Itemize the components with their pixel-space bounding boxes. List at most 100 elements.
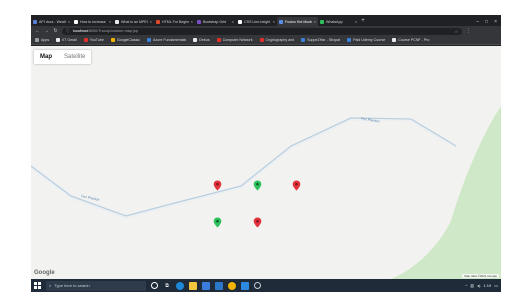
maximize-icon[interactable]: □ [485,19,488,25]
google-logo: Google [34,270,55,276]
browser-toolbar: ← → ↻ ⓘ localhost/8000/Trocup/custom-map… [31,26,501,36]
tab-title: Bootstrap Grid [203,19,227,24]
map-background [31,106,501,279]
edge-icon[interactable] [176,281,184,290]
mail-icon[interactable] [215,281,223,290]
bookmark-item[interactable]: Course PCNF - Pro [392,38,429,42]
browser-tab[interactable]: API docs - Weath × [31,17,72,26]
bookmark-icon [193,38,198,42]
network-icon[interactable]: ▥ [470,283,474,288]
bookmark-label: YouTube [89,38,104,42]
taskbar-search-box[interactable]: ⌕ Type here to search [46,280,146,291]
browser-tab[interactable]: How to increase × [72,17,113,26]
windows-taskbar: ⌕ Type here to search ⧉ ^ ▥ ◂) 1:19 ▭ [31,279,501,292]
bookmark-label: Course PCNF - Pro [398,38,430,42]
close-tab-icon[interactable]: × [355,19,357,24]
chrome-icon[interactable] [228,281,236,290]
bookmark-icon [147,38,152,42]
favicon-icon [156,19,160,24]
new-tab-button[interactable]: + [359,17,367,26]
close-tab-icon[interactable]: × [273,19,275,24]
cortana-icon[interactable] [151,282,158,289]
map-type-control: Map Satellite [34,50,92,64]
tab-title: What is an MPEG [121,19,148,24]
close-tab-icon[interactable]: × [150,19,152,24]
back-arrow-icon[interactable]: ← [35,28,40,34]
green-area [391,106,501,279]
bookmark-item[interactable]: GoogleClassic [110,38,141,42]
bookmark-icon [259,38,264,42]
browser-tab[interactable]: HTML For Beginn × [154,17,195,26]
close-tab-icon[interactable]: × [109,19,111,24]
app-icon[interactable] [254,282,261,289]
file-explorer-icon[interactable] [189,281,197,290]
tab-title: API docs - Weath [39,19,66,24]
close-window-icon[interactable]: × [494,19,497,25]
tab-strip: API docs - Weath × How to increase × What … [31,15,501,26]
bookmark-label: GoogleClassic [116,38,141,42]
vscode-icon[interactable] [241,281,249,290]
bookmark-icon [347,38,352,42]
bookmark-item[interactable]: Azure Fundamentals [147,38,186,42]
bookmark-label: Computer Network [222,38,253,42]
map-marker-icon[interactable] [253,180,262,191]
browser-tab[interactable]: CSS Line-height × [236,17,277,26]
bookmark-label: SuppeZHar - Shopat [307,38,341,42]
map-type-map-button[interactable]: Map [34,50,58,64]
bookmark-icon [56,38,61,42]
map-marker-icon[interactable] [253,217,262,228]
system-tray: ^ ▥ ◂) 1:19 ▭ [465,283,498,288]
favicon-icon [320,19,324,24]
search-icon: ⌕ [49,283,52,288]
url-host: localhost [72,29,88,33]
forward-arrow-icon[interactable]: → [44,28,49,34]
clock[interactable]: 1:19 [483,283,491,288]
bookmark-label: Debus [199,38,210,42]
favicon-icon [197,19,201,24]
map-marker-icon[interactable] [213,217,222,228]
tab-title: CSS Line-height [244,19,271,24]
site-info-icon[interactable]: ⓘ [66,29,70,34]
close-tab-icon[interactable]: × [232,19,234,24]
map-type-satellite-button[interactable]: Satellite [58,50,91,64]
road-line [31,117,457,217]
browser-tab[interactable]: What is an MPEG × [113,17,154,26]
map-marker-icon[interactable] [213,180,222,191]
bookmark-label: IIT Gmail [62,38,77,42]
browser-tab[interactable]: WhatsApp × [318,17,359,26]
bookmark-star-icon[interactable]: ☆ [455,29,458,34]
bookmark-item[interactable]: Apps [35,38,49,42]
tab-title: How to increase [80,19,106,24]
bookmark-item[interactable]: YouTube [83,38,104,42]
favicon-icon [74,19,78,24]
windows-start-icon[interactable] [34,282,41,289]
bookmark-item[interactable]: Cryptography and [259,38,294,42]
bookmark-item[interactable]: IIT Gmail [56,38,77,42]
url-path: /8000/Trocup/custom-map.jsp [87,29,138,33]
browser-tab-active[interactable]: Fusion Hot Moots × [277,17,318,26]
volume-icon[interactable]: ◂) [477,283,480,288]
bookmark-item[interactable]: SuppeZHar - Shopat [301,38,340,42]
bookmark-label: Apps [41,38,50,42]
notifications-icon[interactable]: ▭ [494,283,498,288]
map-canvas[interactable]: Fez Planton Fez Planton Map Satellite Go… [31,46,501,279]
extensions-icon[interactable]: ⋮ [466,28,471,34]
close-tab-icon[interactable]: × [191,19,193,24]
close-tab-icon[interactable]: × [68,19,70,24]
task-view-icon[interactable]: ⧉ [163,282,171,290]
tray-chevron-icon[interactable]: ^ [465,283,467,288]
bookmark-item[interactable]: Paid Udemy Course [347,38,385,42]
bookmark-item[interactable]: Debus [193,38,210,42]
map-marker-icon[interactable] [292,180,301,191]
browser-tab[interactable]: Bootstrap Grid × [195,17,236,26]
reload-icon[interactable]: ↻ [53,28,58,34]
bookmark-icon [35,38,39,42]
store-icon[interactable] [202,281,210,290]
address-bar[interactable]: ⓘ localhost/8000/Trocup/custom-map.jsp ☆ [62,27,462,35]
tab-title: Fusion Hot Moots [285,19,312,24]
bookmark-icon [301,38,306,42]
bookmark-item[interactable]: Computer Network [216,38,253,42]
bookmark-label: Azure Fundamentals [153,38,187,42]
close-tab-icon[interactable]: × [314,19,316,24]
minimize-icon[interactable]: – [476,19,479,25]
